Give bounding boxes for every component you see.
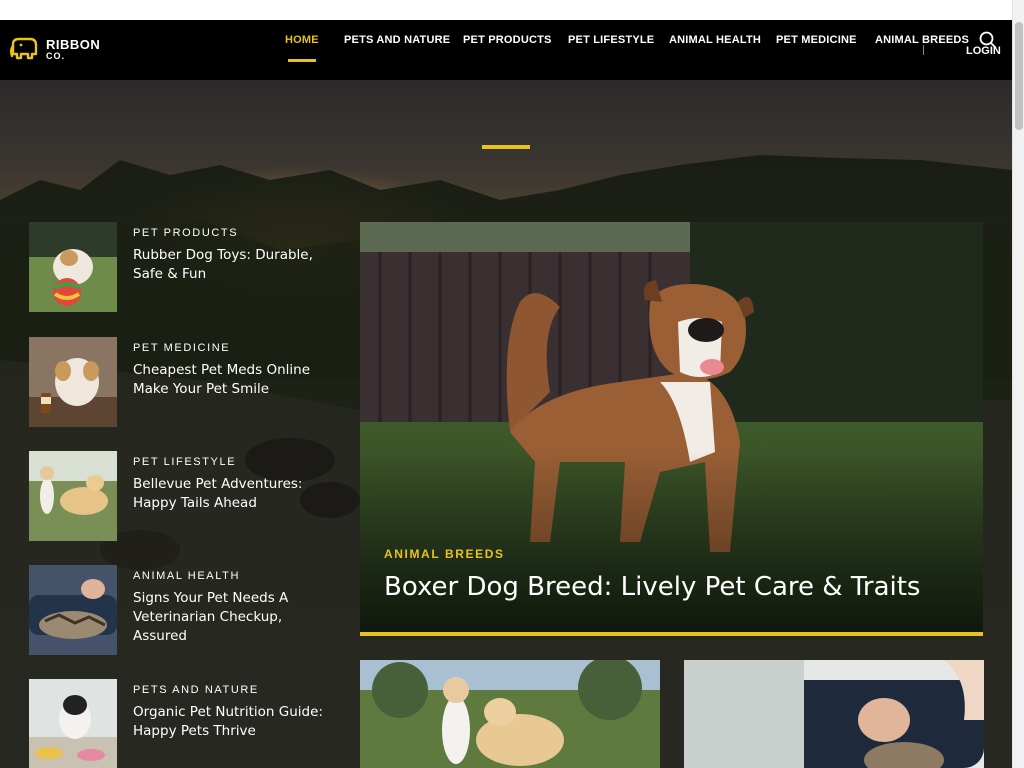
post-card-image[interactable] <box>360 660 660 768</box>
nav-item-home[interactable]: HOME <box>285 34 319 62</box>
post-thumbnail[interactable] <box>29 679 117 768</box>
post-category[interactable]: ANIMAL HEALTH <box>133 570 240 582</box>
featured-accent-bar <box>360 632 983 636</box>
featured-post[interactable]: ANIMAL BREEDS Boxer Dog Breed: Lively Pe… <box>360 222 983 636</box>
post-thumbnail[interactable] <box>29 565 117 655</box>
post-title[interactable]: Bellevue Pet Adventures: Happy Tails Ahe… <box>133 475 323 513</box>
featured-post-title[interactable]: Boxer Dog Breed: Lively Pet Care & Trait… <box>384 572 920 602</box>
post-thumbnail[interactable] <box>29 337 117 427</box>
post-category[interactable]: PET PRODUCTS <box>133 227 238 239</box>
post-title[interactable]: Organic Pet Nutrition Guide: Happy Pets … <box>133 703 323 741</box>
post-card[interactable] <box>360 660 660 768</box>
list-item[interactable]: PET PRODUCTS Rubber Dog Toys: Durable, S… <box>29 222 329 312</box>
post-thumbnail[interactable] <box>29 451 117 541</box>
nav-item-animal-health[interactable]: ANIMAL HEALTH <box>669 34 761 46</box>
post-title[interactable]: Cheapest Pet Meds Online Make Your Pet S… <box>133 361 323 399</box>
post-category[interactable]: PET MEDICINE <box>133 342 230 354</box>
post-thumbnail[interactable] <box>29 222 117 312</box>
list-item[interactable]: PET LIFESTYLE Bellevue Pet Adventures: H… <box>29 451 329 541</box>
post-category[interactable]: PETS AND NATURE <box>133 684 259 696</box>
scrollbar-thumb[interactable] <box>1015 22 1023 130</box>
page-scrollbar[interactable] <box>1012 0 1024 768</box>
section-accent-bar <box>482 145 530 149</box>
post-category[interactable]: PET LIFESTYLE <box>133 456 236 468</box>
main-navigation: HOME PETS AND NATURE PET PRODUCTS PET LI… <box>0 20 1012 80</box>
nav-item-pets-and-nature[interactable]: PETS AND NATURE <box>344 34 450 46</box>
login-link[interactable]: LOGIN <box>966 45 1001 57</box>
browser-top-strip <box>0 0 1012 20</box>
list-item[interactable]: PET MEDICINE Cheapest Pet Meds Online Ma… <box>29 337 329 427</box>
nav-divider <box>923 45 924 55</box>
post-title[interactable]: Rubber Dog Toys: Durable, Safe & Fun <box>133 246 323 284</box>
featured-post-category[interactable]: ANIMAL BREEDS <box>384 547 505 561</box>
nav-item-pet-lifestyle[interactable]: PET LIFESTYLE <box>568 34 654 46</box>
post-card-image[interactable] <box>684 660 984 768</box>
site-header: RIBBON CO. HOME PETS AND NATURE PET PROD… <box>0 20 1012 80</box>
list-item[interactable]: PETS AND NATURE Organic Pet Nutrition Gu… <box>29 679 329 768</box>
nav-item-pet-products[interactable]: PET PRODUCTS <box>463 34 552 46</box>
post-title[interactable]: Signs Your Pet Needs A Veterinarian Chec… <box>133 589 323 646</box>
nav-item-pet-medicine[interactable]: PET MEDICINE <box>776 34 857 46</box>
list-item[interactable]: ANIMAL HEALTH Signs Your Pet Needs A Vet… <box>29 565 329 655</box>
post-card[interactable] <box>684 660 984 768</box>
